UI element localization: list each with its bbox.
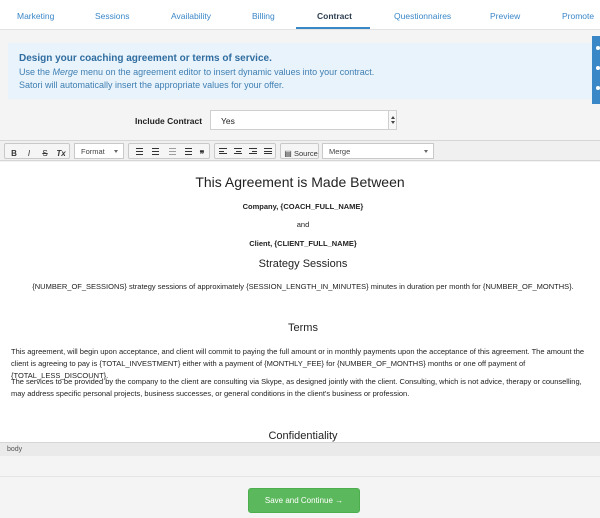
format-dropdown[interactable]: Format [74, 143, 124, 159]
align-right-icon[interactable] [249, 148, 257, 156]
source-button[interactable]: ▤ Source [280, 143, 319, 159]
source-label: Source [294, 149, 318, 158]
sessions-heading: Strategy Sessions [258, 258, 348, 270]
tab-preview[interactable]: Preview [490, 11, 520, 21]
numbered-list-icon[interactable] [133, 148, 143, 156]
and-line: and [296, 220, 310, 229]
tab-billing[interactable]: Billing [252, 11, 275, 21]
terms-heading: Terms [288, 322, 318, 334]
align-justify-icon[interactable] [264, 148, 272, 156]
tab-promote[interactable]: Promote [562, 11, 594, 21]
active-tab-indicator [296, 27, 370, 29]
editor-path-bar[interactable]: body [0, 442, 600, 456]
merge-dropdown[interactable]: Merge [322, 143, 434, 159]
banner-title: Design your coaching agreement or terms … [19, 53, 272, 64]
sessions-text: {NUMBER_OF_SESSIONS} strategy sessions o… [32, 282, 574, 291]
basic-styles-group: B I S Tx [4, 143, 70, 159]
include-contract-label: Include Contract [135, 116, 203, 126]
feedback-widget[interactable] [592, 36, 600, 104]
widget-dot-icon [596, 46, 600, 50]
italic-button[interactable]: I [22, 147, 36, 161]
chevron-down-icon [424, 150, 428, 153]
banner-line-auto: Satori will automatically insert the app… [19, 80, 284, 90]
terms-paragraph-2: The services to be provided by the compa… [11, 377, 582, 398]
indent-icon[interactable] [182, 148, 192, 156]
company-line: Company, {COACH_FULL_NAME} [242, 202, 364, 211]
blockquote-button[interactable]: ❞ [196, 147, 208, 161]
widget-dot-icon [596, 66, 600, 70]
strikethrough-button[interactable]: S [38, 147, 52, 161]
banner-line-merge: Use the Merge menu on the agreement edit… [19, 67, 375, 77]
tab-questionnaires[interactable]: Questionnaires [394, 11, 451, 21]
include-contract-select[interactable]: Yes [210, 110, 397, 130]
chevron-down-icon [114, 150, 118, 153]
widget-dot-icon [596, 86, 600, 90]
select-caret-icon [388, 111, 396, 129]
outdent-icon[interactable] [166, 148, 176, 156]
tab-bar: Marketing Sessions Availability Billing … [0, 0, 600, 30]
agreement-editor[interactable]: This Agreement is Made Between Company, … [0, 162, 600, 442]
bold-button[interactable]: B [7, 147, 21, 161]
source-icon: ▤ [284, 149, 292, 158]
tab-availability[interactable]: Availability [171, 11, 211, 21]
document-title: This Agreement is Made Between [195, 174, 405, 190]
tab-contract[interactable]: Contract [317, 11, 352, 21]
client-line: Client, {CLIENT_FULL_NAME} [249, 239, 357, 248]
tab-marketing[interactable]: Marketing [17, 11, 54, 21]
editor-toolbar: B I S Tx Format ❞ ▤ Source Merge [0, 140, 600, 161]
bulleted-list-icon[interactable] [149, 148, 159, 156]
align-left-icon[interactable] [219, 148, 227, 156]
save-and-continue-button[interactable]: Save and Continue → [248, 488, 360, 513]
list-indent-group: ❞ [128, 143, 210, 159]
confidentiality-heading: Confidentiality [268, 430, 338, 442]
align-center-icon[interactable] [234, 148, 242, 156]
remove-format-button[interactable]: Tx [54, 147, 68, 161]
alignment-group [214, 143, 276, 159]
tab-sessions[interactable]: Sessions [95, 11, 130, 21]
info-banner: Design your coaching agreement or terms … [8, 43, 592, 99]
